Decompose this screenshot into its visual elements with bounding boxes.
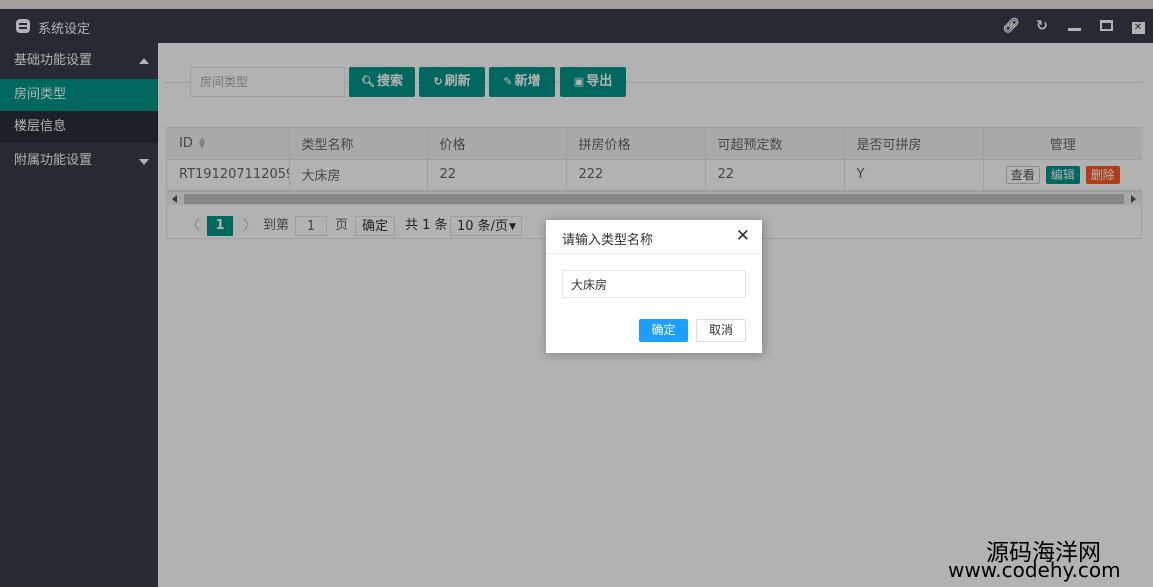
close-icon[interactable]: ✕ bbox=[736, 227, 750, 245]
watermark-url: www.codehy.com bbox=[948, 558, 1121, 582]
cancel-button[interactable]: 取消 bbox=[696, 319, 746, 342]
confirm-button[interactable]: 确定 bbox=[639, 319, 688, 342]
type-name-input[interactable] bbox=[562, 270, 746, 298]
type-name-dialog: 请输入类型名称 ✕ 确定 取消 bbox=[546, 220, 762, 353]
dialog-header: 请输入类型名称 ✕ bbox=[546, 220, 762, 254]
dialog-title: 请输入类型名称 bbox=[562, 233, 654, 248]
